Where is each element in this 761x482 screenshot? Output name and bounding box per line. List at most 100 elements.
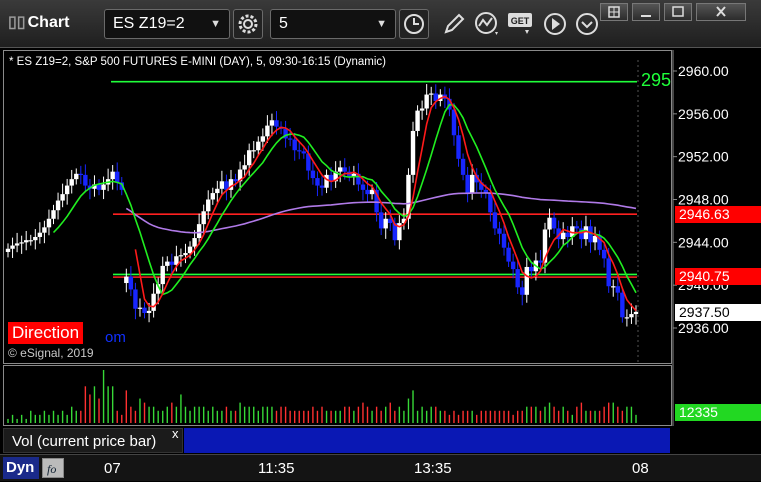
- candle-body: [547, 217, 552, 230]
- candle-body: [260, 136, 266, 142]
- candle-body: [115, 171, 120, 183]
- candle-body: [310, 170, 316, 179]
- candle-body: [529, 266, 534, 272]
- close-button[interactable]: [696, 3, 746, 21]
- fx-button[interactable]: fo: [42, 458, 64, 478]
- grid-button[interactable]: [600, 3, 628, 21]
- candle-body: [142, 307, 147, 314]
- candle-body: [160, 265, 165, 285]
- symbol-combo[interactable]: ES Z19=2 ▼: [104, 9, 230, 39]
- direction-badge: Direction: [8, 322, 84, 344]
- close-icon: [716, 6, 726, 17]
- candle-body: [287, 138, 293, 140]
- candle-body: [178, 255, 184, 257]
- time-label: 13:35: [414, 460, 452, 477]
- candle-body: [83, 174, 88, 186]
- chevron-down-icon[interactable]: ▼: [376, 10, 387, 38]
- candle-body: [583, 226, 589, 240]
- candle-body: [292, 139, 297, 151]
- candle-body: [615, 286, 620, 293]
- symbol-value: ES Z19=2: [113, 15, 185, 32]
- maximize-button[interactable]: [664, 3, 692, 21]
- candle-body: [510, 261, 516, 270]
- candle-body: [169, 261, 175, 265]
- candle-body: [629, 314, 634, 318]
- candle-body: [133, 289, 138, 309]
- candle-body: [551, 217, 557, 229]
- price-tag-red-high: 2946.63: [675, 206, 761, 223]
- candle-body: [24, 240, 29, 243]
- candle-body: [269, 120, 275, 126]
- candle-body: [14, 243, 20, 246]
- clock-button[interactable]: [399, 9, 429, 39]
- get-label: GET: [511, 16, 530, 26]
- candle-body: [297, 150, 302, 152]
- candle-body: [633, 311, 639, 315]
- candle-body: [201, 211, 206, 225]
- price-tag-last: 2937.50: [675, 304, 761, 321]
- candle-body: [415, 110, 420, 131]
- candle-body: [165, 261, 170, 266]
- candle-body: [55, 200, 61, 211]
- minimize-button[interactable]: [632, 3, 660, 21]
- candle-body: [515, 269, 520, 288]
- candle-body: [301, 151, 306, 154]
- price-tag-red-low: 2940.75: [675, 268, 761, 285]
- dyn-button[interactable]: Dyn: [3, 457, 39, 479]
- copyright-label: © eSignal, 2019: [8, 346, 94, 360]
- candle-body: [206, 199, 211, 212]
- candle-body: [497, 228, 502, 234]
- candle-body: [42, 227, 47, 233]
- gear-button[interactable]: [233, 9, 263, 39]
- candle-body: [351, 173, 357, 176]
- candle-body: [506, 247, 511, 262]
- candle-body: [429, 93, 434, 95]
- time-label: 07: [104, 460, 121, 477]
- candle-body: [256, 141, 261, 151]
- candle-body: [96, 184, 102, 190]
- candle-body: [183, 253, 188, 256]
- candle-body: [192, 238, 197, 247]
- candle-body: [524, 266, 529, 295]
- play-icon[interactable]: [541, 10, 569, 38]
- grip-icon[interactable]: ▯▯: [8, 14, 26, 31]
- pencil-icon[interactable]: [440, 10, 468, 38]
- candle-body: [28, 240, 33, 242]
- time-axis-bar: Dyn fo 07 11:35 13:35 08: [0, 454, 761, 481]
- candle-body: [251, 150, 256, 152]
- chevron-down-icon[interactable]: ▼: [210, 10, 221, 38]
- svg-text:fo: fo: [47, 462, 56, 476]
- candle-body: [101, 184, 106, 190]
- candle-body: [456, 135, 461, 159]
- chart-canvas[interactable]: 2960.002956.002952.002948.002944.002940.…: [0, 48, 761, 454]
- line-label: 295: [641, 70, 671, 90]
- candle-body: [51, 210, 56, 219]
- volume-panel-close-button[interactable]: x: [172, 426, 179, 441]
- candle-body: [137, 307, 143, 309]
- candle-body: [378, 212, 384, 229]
- candle-body: [196, 224, 202, 239]
- gear-icon: [238, 14, 258, 34]
- y-tick-label: 2956.00: [678, 106, 729, 122]
- candle-body: [74, 173, 79, 180]
- candle-body: [210, 193, 215, 200]
- candle-body: [565, 232, 570, 237]
- candle-body: [19, 242, 24, 244]
- get-data-icon[interactable]: GET: [507, 11, 537, 37]
- grid-icon: [608, 6, 620, 18]
- candle-body: [5, 248, 11, 252]
- study-icon[interactable]: [473, 10, 503, 38]
- candle-body: [110, 171, 115, 180]
- candle-body: [33, 236, 38, 241]
- candle-body: [37, 232, 43, 237]
- candle-body: [601, 249, 607, 259]
- interval-combo[interactable]: 5 ▼: [270, 9, 396, 39]
- chevron-down-icon[interactable]: [573, 10, 601, 38]
- candle-body: [624, 317, 630, 319]
- candle-body: [424, 94, 429, 109]
- candle-body: [560, 232, 566, 240]
- candle-body: [606, 258, 611, 287]
- candle-body: [10, 245, 15, 249]
- candle-body: [460, 158, 466, 175]
- candle-body: [492, 212, 498, 229]
